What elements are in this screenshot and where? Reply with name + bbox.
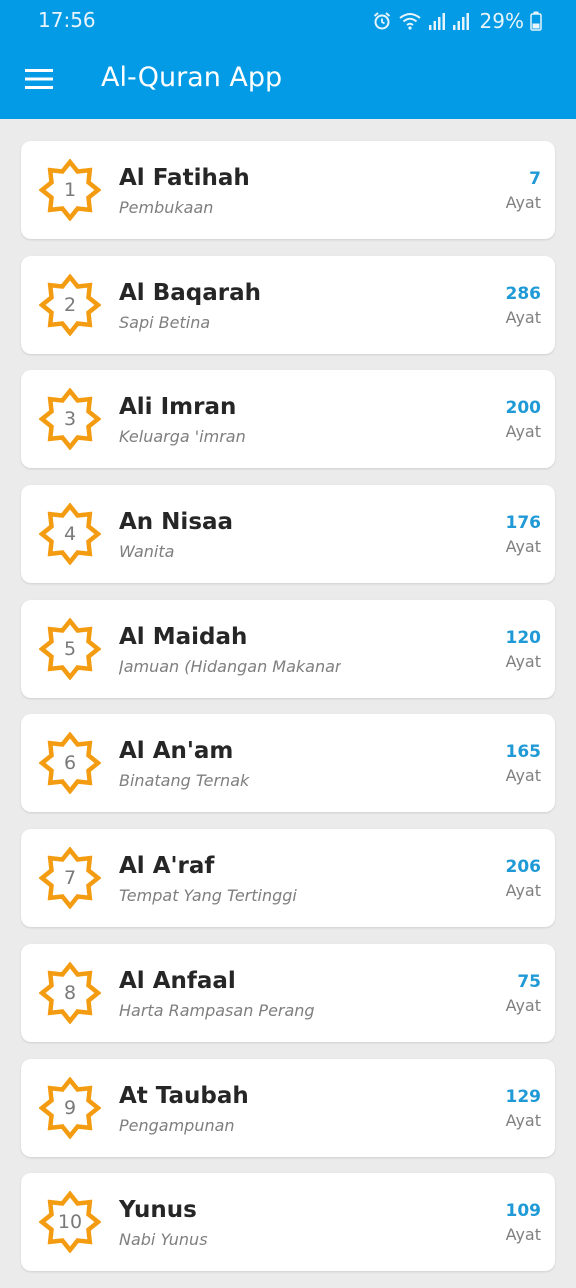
- surah-number-badge: 5: [39, 617, 101, 680]
- app-bar: 17:56 29% Al-Quran App: [0, 0, 576, 119]
- surah-name: An Nisaa: [119, 509, 234, 536]
- surah-meaning: Wanita: [119, 542, 175, 562]
- surah-number-badge: 10: [39, 1191, 101, 1254]
- surah-card-9[interactable]: 9 At Taubah Pengampunan 129 Ayat: [21, 1058, 555, 1157]
- hamburger-menu-icon[interactable]: [18, 58, 60, 100]
- surah-number: 6: [63, 752, 77, 775]
- surah-card-2[interactable]: 2 Al Baqarah Sapi Betina 286 Ayat: [21, 255, 555, 354]
- surah-name: Al Maidah: [119, 623, 248, 650]
- surah-number-badge: 7: [39, 847, 101, 910]
- surah-card-1[interactable]: 1 Al Fatihah Pembukaan 7 Ayat: [21, 141, 555, 239]
- surah-meaning: Sapi Betina: [119, 312, 211, 332]
- surah-meaning: Pembukaan: [119, 198, 214, 217]
- ayat-count: 165: [505, 742, 542, 763]
- signal-icon: [428, 11, 446, 31]
- surah-meaning: Jamuan (Hidangan Makanan): [119, 656, 341, 676]
- battery-icon: [530, 11, 542, 31]
- ayat-label: Ayat: [505, 307, 541, 327]
- surah-meaning: Nabi Yunus: [119, 1230, 208, 1250]
- surah-card-5[interactable]: 5 Al Maidah Jamuan (Hidangan Makanan) 12…: [21, 599, 555, 698]
- ayat-count: 75: [517, 971, 541, 992]
- surah-meaning: Harta Rampasan Perang: [119, 1000, 315, 1020]
- alarm-icon: [372, 11, 392, 31]
- surah-name: Ali Imran: [119, 394, 237, 421]
- ayat-count: 129: [505, 1086, 542, 1107]
- surah-meaning: Pengampunan: [119, 1115, 235, 1135]
- surah-number: 1: [63, 179, 77, 201]
- surah-number-badge: 8: [39, 961, 101, 1024]
- surah-name: Al Fatihah: [119, 165, 250, 191]
- surah-number-badge: 2: [39, 273, 101, 336]
- ayat-count: 286: [505, 283, 542, 304]
- battery-percent: 29%: [479, 9, 524, 33]
- surah-card-7[interactable]: 7 Al A'raf Tempat Yang Tertinggi 206 Aya…: [21, 829, 555, 928]
- ayat-label: Ayat: [505, 881, 541, 901]
- ayat-label: Ayat: [505, 193, 541, 212]
- surah-card-3[interactable]: 3 Ali Imran Keluarga 'imran 200 Ayat: [21, 370, 555, 469]
- wifi-icon: [398, 11, 422, 31]
- surah-number-badge: 3: [39, 388, 101, 451]
- surah-number: 2: [63, 293, 77, 316]
- surah-name: At Taubah: [119, 1082, 249, 1109]
- surah-card-6[interactable]: 6 Al An'am Binatang Ternak 165 Ayat: [21, 714, 555, 813]
- ayat-count: 7: [529, 169, 541, 189]
- surah-number-badge: 9: [39, 1076, 101, 1139]
- surah-number: 7: [63, 867, 77, 890]
- surah-card-4[interactable]: 4 An Nisaa Wanita 176 Ayat: [21, 485, 555, 584]
- surah-card-10[interactable]: 10 Yunus Nabi Yunus 109 Ayat: [21, 1173, 555, 1272]
- page-title: Al-Quran App: [101, 62, 283, 93]
- ayat-count: 176: [505, 513, 542, 534]
- surah-name: Al Anfaal: [119, 967, 236, 994]
- surah-number: 4: [63, 523, 77, 546]
- surah-number: 10: [57, 1211, 83, 1234]
- surah-meaning: Binatang Ternak: [119, 771, 250, 791]
- ayat-label: Ayat: [505, 651, 541, 671]
- ayat-label: Ayat: [505, 422, 541, 442]
- ayat-count: 120: [505, 627, 542, 648]
- surah-number: 3: [63, 408, 77, 431]
- surah-name: Al Baqarah: [119, 279, 261, 306]
- ayat-count: 200: [505, 398, 542, 419]
- surah-meaning: Tempat Yang Tertinggi: [119, 886, 297, 906]
- ayat-count: 109: [505, 1201, 542, 1222]
- ayat-label: Ayat: [505, 995, 541, 1015]
- surah-number: 9: [63, 1096, 77, 1119]
- surah-number: 8: [63, 981, 77, 1004]
- surah-name: Yunus: [119, 1197, 197, 1224]
- surah-number-badge: 1: [39, 159, 101, 221]
- ayat-label: Ayat: [505, 537, 541, 557]
- surah-list[interactable]: 1 Al Fatihah Pembukaan 7 Ayat 2 Al Baqar…: [21, 141, 555, 1288]
- surah-name: Al An'am: [119, 738, 234, 765]
- surah-number-badge: 6: [39, 732, 101, 795]
- status-time: 17:56: [38, 8, 96, 32]
- toolbar: Al-Quran App: [0, 42, 576, 119]
- surah-number-badge: 4: [39, 503, 101, 566]
- status-icons: 29%: [372, 8, 542, 34]
- status-bar: 17:56 29%: [0, 0, 576, 42]
- surah-meaning: Keluarga 'imran: [119, 427, 246, 447]
- ayat-label: Ayat: [505, 1225, 541, 1245]
- surah-card-8[interactable]: 8 Al Anfaal Harta Rampasan Perang 75 Aya…: [21, 943, 555, 1042]
- signal-icon: [452, 11, 470, 31]
- surah-name: Al A'raf: [119, 853, 215, 880]
- ayat-count: 206: [505, 857, 542, 878]
- ayat-label: Ayat: [505, 766, 541, 786]
- surah-number: 5: [63, 637, 77, 660]
- ayat-label: Ayat: [505, 1110, 541, 1130]
